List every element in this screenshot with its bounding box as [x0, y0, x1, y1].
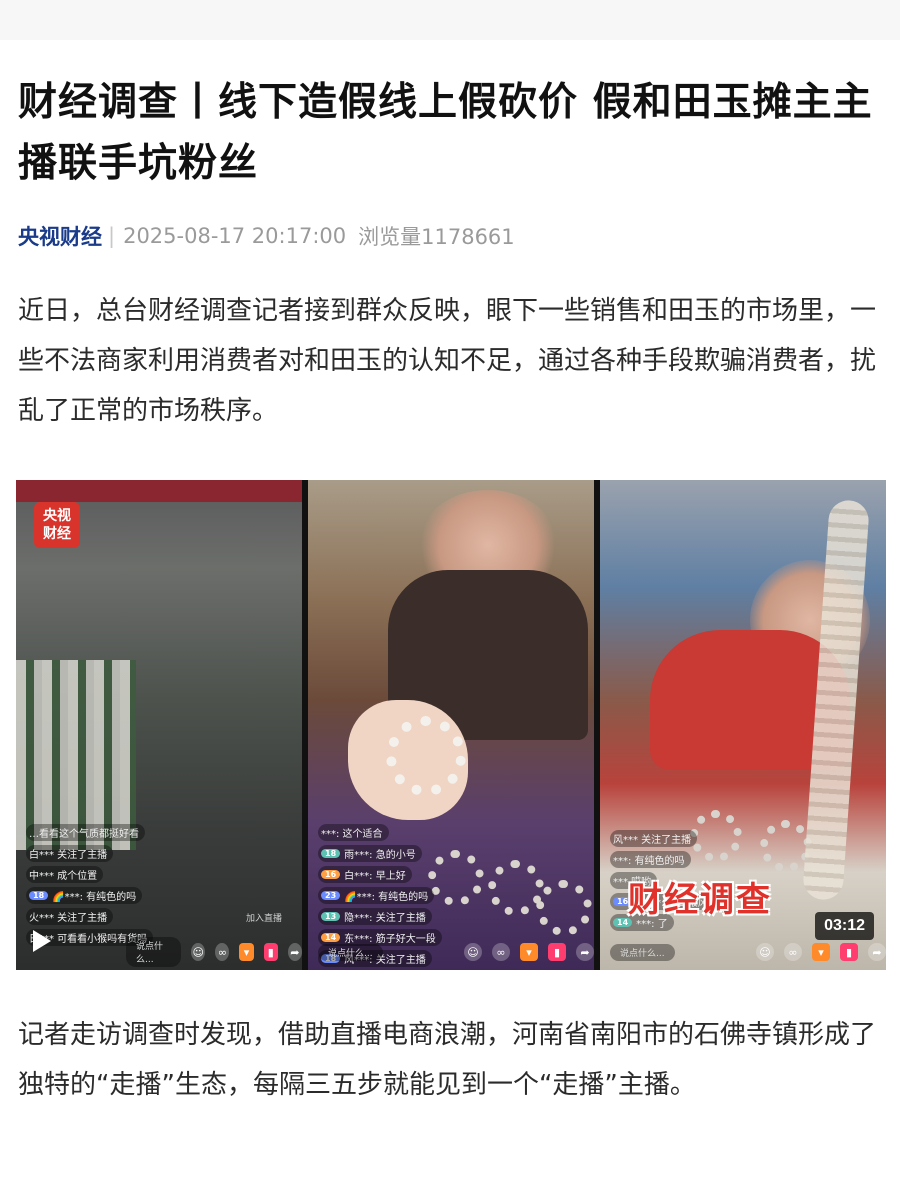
emoji-icon[interactable]: ☺ [191, 943, 206, 961]
comment-input-placeholder[interactable]: 说点什么... [126, 937, 182, 967]
live-comment: ***: 这个适合 [318, 824, 389, 841]
live-toolbar-right: 说点什么... ☺ ∞ ▾ ▮ ➦ [600, 940, 886, 964]
logo-line-1: 央视 [43, 508, 71, 524]
live-comment-text: 🌈***: 有纯色的吗 [344, 892, 429, 903]
logo-line-2: 财经 [43, 526, 71, 542]
user-level-badge: 18 [321, 849, 341, 858]
join-live-text: 加入直播 [245, 914, 282, 924]
live-comment: 火*** 关注了主播 [26, 908, 114, 925]
view-count: 浏览量1178661 [358, 221, 515, 251]
live-comment: 风*** 关注了主播 [610, 830, 698, 847]
publish-datetime: 2025-08-17 20:17:00 [123, 224, 347, 248]
gift-icon[interactable]: ▮ [263, 943, 278, 961]
video-caption-overlay: 财经调查 [628, 880, 772, 920]
comment-input-placeholder[interactable]: 说点什么... [610, 943, 675, 961]
article-meta: 央视财经 | 2025-08-17 20:17:00 浏览量1178661 [18, 220, 515, 252]
views-count: 1178661 [421, 225, 515, 249]
emoji-icon[interactable]: ☺ [756, 943, 774, 961]
live-comment-text: 火*** 关注了主播 [29, 913, 108, 924]
live-comment-text: 白*** 关注了主播 [29, 850, 108, 861]
article-paragraph-2: 记者走访调查时发现，借助直播电商浪潮，河南省南阳市的石佛寺镇形成了独特的“走播”… [18, 1020, 877, 1100]
source-link[interactable]: 央视财经 [18, 221, 102, 251]
share-icon[interactable]: ➦ [287, 943, 302, 961]
article-paragraph-1: 近日，总台财经调查记者接到群众反映，眼下一些销售和田玉的市场里，一些不法商家利用… [18, 296, 877, 426]
cart-icon[interactable]: ▾ [239, 943, 254, 961]
live-comment-text: 风*** 关注了主播 [613, 835, 692, 846]
top-bar [0, 0, 900, 40]
user-level-badge: 23 [321, 891, 341, 900]
video-panel-middle: ***: 这个适合 18 雨***: 急的小号 16 白***: 早上好 23 🌈***: … [308, 480, 594, 970]
live-comment-text: 🌈***: 有纯色的吗 [52, 892, 137, 903]
live-comment: 16 白***: 早上好 [318, 866, 412, 883]
user-level-badge: 18 [29, 891, 49, 900]
link-icon[interactable]: ∞ [215, 943, 230, 961]
live-toolbar-middle: 说点什么... ☺ ∞ ▾ ▮ ➦ [308, 940, 594, 964]
video-panel-left: 央视 财经 …看看这个气质都挺好看 白*** 关注了主播 中*** 成个位置 18 🌈*… [16, 480, 302, 970]
live-comment: ***: 有纯色的吗 [610, 851, 691, 868]
live-toolbar-left: 说点什么... ☺ ∞ ▾ ▮ ➦ [16, 937, 302, 967]
article-title: 财经调查丨线下造假线上假砍价 假和田玉摊主主播联手坑粉丝 [18, 80, 873, 186]
share-icon[interactable]: ➦ [868, 943, 886, 961]
gift-icon[interactable]: ▮ [840, 943, 858, 961]
live-comment-text: 中*** 成个位置 [29, 871, 98, 882]
live-comment-text: ***: 这个适合 [321, 829, 383, 840]
live-comment-text: 雨***: 急的小号 [344, 850, 416, 861]
gift-icon[interactable]: ▮ [548, 943, 566, 961]
live-comment-text: 白***: 早上好 [344, 871, 406, 882]
live-comment-text: …看看这个气质都挺好看 [29, 829, 139, 840]
cctv-finance-logo: 央视 财经 [34, 502, 80, 548]
bracelet-display [536, 880, 592, 936]
jade-stall [16, 660, 136, 850]
video-player[interactable]: 央视 财经 …看看这个气质都挺好看 白*** 关注了主播 中*** 成个位置 18 🌈*… [16, 480, 886, 970]
live-comment: …看看这个气质都挺好看 [26, 824, 145, 841]
cart-icon[interactable]: ▾ [812, 943, 830, 961]
live-comment-text: ***: 有纯色的吗 [613, 856, 685, 867]
live-comment: 23 🌈***: 有纯色的吗 [318, 887, 435, 904]
market-awning [16, 480, 302, 502]
live-comment-text: 隐***: 关注了主播 [344, 913, 426, 924]
live-comment: 白*** 关注了主播 [26, 845, 114, 862]
cart-icon[interactable]: ▾ [520, 943, 538, 961]
article-page: 财经调查丨线下造假线上假砍价 假和田玉摊主主播联手坑粉丝 央视财经 | 2025… [0, 0, 900, 1200]
share-icon[interactable]: ➦ [576, 943, 594, 961]
views-label: 浏览量 [358, 225, 422, 249]
live-comment: 18 🌈***: 有纯色的吗 [26, 887, 143, 904]
link-icon[interactable]: ∞ [492, 943, 510, 961]
live-comment: 18 雨***: 急的小号 [318, 845, 422, 862]
video-duration: 03:12 [815, 912, 874, 940]
user-level-badge: 16 [321, 870, 341, 879]
live-comment: 13 隐***: 关注了主播 [318, 908, 432, 925]
white-bracelet [386, 716, 466, 796]
link-icon[interactable]: ∞ [784, 943, 802, 961]
emoji-icon[interactable]: ☺ [464, 943, 482, 961]
comment-input-placeholder[interactable]: 说点什么... [318, 943, 383, 961]
user-level-badge: 13 [321, 912, 341, 921]
meta-separator: | [108, 224, 116, 248]
live-comment: 中*** 成个位置 [26, 866, 104, 883]
